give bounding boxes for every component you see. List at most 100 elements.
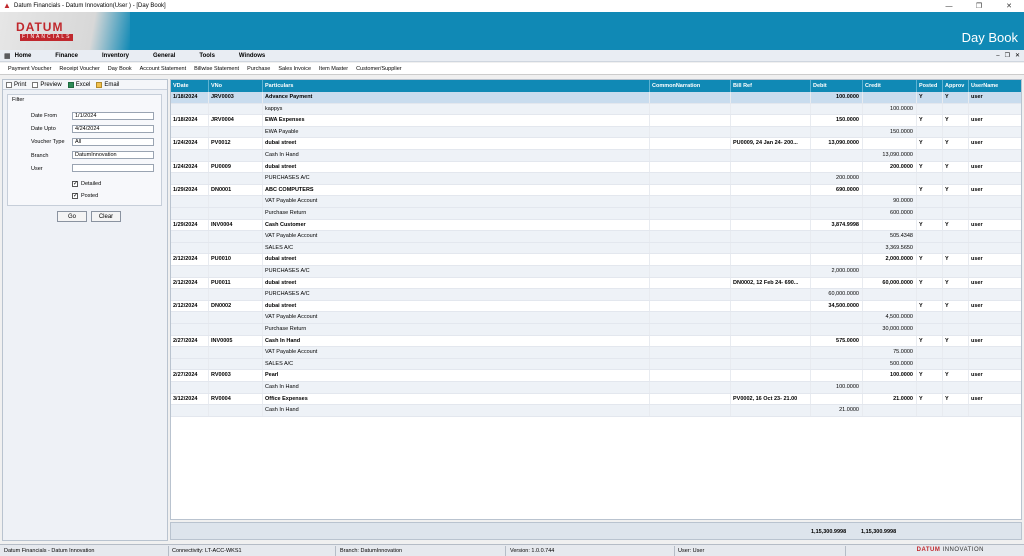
date-upto-input[interactable]: 4/24/2024: [72, 125, 154, 133]
ledger-line-row[interactable]: kappys 100.0000: [171, 103, 1021, 116]
brand-logo-sub: FINANCIALS: [20, 34, 74, 41]
ledger-line-row[interactable]: PURCHASES A/C 60,000.0000: [171, 289, 1021, 301]
brand-logo: DATUM: [16, 20, 64, 34]
cell-username: [969, 312, 1021, 323]
voucher-type-select[interactable]: All: [72, 138, 154, 146]
voucher-row[interactable]: 1/18/2024 JRV0004 EWA Expenses 150.0000 Y Yus…: [171, 115, 1021, 127]
column-header-commonnarration[interactable]: CommonNarration: [650, 80, 731, 92]
cell-posted: Y: [917, 277, 943, 289]
restore-icon[interactable]: ❐: [964, 0, 994, 12]
ledger-line-row[interactable]: PURCHASES A/C 200.0000: [171, 173, 1021, 185]
cell-credit: [863, 173, 917, 184]
cell-commonnarration: [650, 254, 731, 265]
column-header-username[interactable]: UserName: [969, 80, 1021, 92]
voucher-row[interactable]: 2/12/2024 DN0002 dubai street 34,500.0000 Y Y…: [171, 300, 1021, 313]
cell-approv: [943, 405, 969, 416]
toolbar-purchase[interactable]: Purchase: [243, 66, 274, 72]
ledger-line-row[interactable]: Cash In Hand 21.0000: [171, 405, 1021, 417]
mdi-restore-icon[interactable]: ❐: [1005, 50, 1010, 62]
cell-commonnarration: [650, 242, 731, 254]
minimize-icon[interactable]: —: [934, 0, 964, 12]
ledger-line-row[interactable]: Purchase Return 600.0000: [171, 208, 1021, 220]
column-header-approv[interactable]: Approv: [943, 80, 969, 92]
toolbar-day-book[interactable]: Day Book: [104, 66, 136, 72]
mdi-close-icon[interactable]: ✕: [1015, 50, 1020, 62]
close-icon[interactable]: ✕: [994, 0, 1024, 12]
column-header-vdate[interactable]: VDate: [171, 80, 209, 92]
voucher-row[interactable]: 2/12/2024 PU0011 dubai street DN0002, 12 Fe…: [171, 277, 1021, 290]
posted-checkbox[interactable]: ✓ Posted: [72, 193, 98, 199]
ledger-line-row[interactable]: VAT Payable Account 4,500.0000: [171, 312, 1021, 324]
cell-posted: [917, 324, 943, 335]
cell-vno: [209, 358, 263, 370]
cell-vdate: 1/18/2024: [171, 92, 209, 103]
toolbar-account-statement[interactable]: Account Statement: [136, 66, 190, 72]
menu-home[interactable]: Home: [11, 53, 44, 59]
toolbar-payment-voucher[interactable]: Payment Voucher: [0, 66, 55, 72]
ledger-line-row[interactable]: EWA Payable 150.0000: [171, 126, 1021, 139]
voucher-row[interactable]: 1/29/2024 DN0001 ABC COMPUTERS 690.0000 Y Yus…: [171, 184, 1021, 197]
toolbar-billwise-statement[interactable]: Billwise Statement: [190, 66, 243, 72]
ledger-line-row[interactable]: Cash In Hand 100.0000: [171, 382, 1021, 394]
voucher-row[interactable]: 2/27/2024 RV0003 Pearl 100.0000 Y Yuser: [171, 370, 1021, 382]
print-button[interactable]: Print: [3, 81, 29, 88]
voucher-row[interactable]: 2/12/2024 PU0010 dubai street 2,000.0000 Y Yu…: [171, 254, 1021, 266]
cell-vdate: [171, 126, 209, 138]
date-from-input[interactable]: 1/1/2024: [72, 112, 154, 120]
email-button[interactable]: Email: [93, 81, 122, 88]
column-header-credit[interactable]: Credit: [863, 80, 917, 92]
cell-vdate: [171, 231, 209, 242]
column-header-posted[interactable]: Posted: [917, 80, 943, 92]
cell-username: [969, 266, 1021, 277]
status-connectivity: Connectivity: LT-ACC-WKS1: [172, 548, 242, 554]
cell-posted: [917, 196, 943, 207]
column-header-particulars[interactable]: Particulars: [263, 80, 650, 92]
voucher-row[interactable]: 2/27/2024 INV0005 Cash In Hand 575.0000 Y Yus…: [171, 335, 1021, 348]
cell-vno: JRV0003: [209, 92, 263, 103]
cell-particulars: VAT Payable Account: [263, 312, 650, 323]
branch-select[interactable]: DatumInnovation: [72, 151, 154, 159]
column-header-vno[interactable]: VNo: [209, 80, 263, 92]
preview-button[interactable]: Preview: [29, 81, 64, 88]
cell-username: [969, 324, 1021, 335]
cell-username: [969, 405, 1021, 416]
menu-tools[interactable]: Tools: [187, 53, 227, 59]
column-header-bill-ref[interactable]: Bill Ref: [731, 80, 811, 92]
voucher-row[interactable]: 1/24/2024 PV0012 dubai street PU0009, 24 Ja…: [171, 138, 1021, 150]
cell-posted: [917, 173, 943, 184]
ledger-line-row[interactable]: SALES A/C 500.0000: [171, 358, 1021, 371]
voucher-row[interactable]: 1/24/2024 PU0009 dubai street 200.0000 Y Yuse…: [171, 161, 1021, 174]
cell-bill-ref: [731, 184, 811, 196]
menu-windows[interactable]: Windows: [227, 53, 277, 59]
voucher-row[interactable]: 1/29/2024 INV0004 Cash Customer 3,874.9998 Y…: [171, 219, 1021, 232]
go-button[interactable]: Go: [57, 211, 87, 222]
menu-inventory[interactable]: Inventory: [90, 53, 141, 59]
ledger-line-row[interactable]: VAT Payable Account 505.4348: [171, 231, 1021, 243]
column-header-debit[interactable]: Debit: [811, 80, 863, 92]
toolbar-sales-invoice[interactable]: Sales Invoice: [274, 66, 315, 72]
cell-vdate: [171, 103, 209, 115]
ledger-line-row[interactable]: VAT Payable Account 75.0000: [171, 347, 1021, 359]
detailed-checkbox[interactable]: ✓ Detailed: [72, 181, 101, 187]
toolbar-customer-supplier[interactable]: Customer/Supplier: [352, 66, 406, 72]
voucher-row[interactable]: 1/18/2024 JRV0003 Advance Payment 100.0000 Y…: [171, 92, 1021, 104]
cell-username: [969, 347, 1021, 358]
ledger-line-row[interactable]: PURCHASES A/C 2,000.0000: [171, 266, 1021, 278]
ledger-line-row[interactable]: SALES A/C 3,369.5650: [171, 242, 1021, 255]
voucher-row[interactable]: 3/12/2024 RV0004 Office Expenses PV0002, 16…: [171, 393, 1021, 406]
clear-button[interactable]: Clear: [91, 211, 121, 222]
cell-vno: RV0004: [209, 393, 263, 405]
mdi-minimize-icon[interactable]: –: [996, 50, 999, 62]
ledger-line-row[interactable]: Cash In Hand 13,090.0000: [171, 150, 1021, 162]
excel-button[interactable]: Excel: [65, 81, 94, 88]
ledger-line-row[interactable]: Purchase Return 30,000.0000: [171, 324, 1021, 336]
ledger-line-row[interactable]: VAT Payable Account 90.0000: [171, 196, 1021, 208]
menu-finance[interactable]: Finance: [43, 53, 90, 59]
user-input[interactable]: [72, 164, 154, 172]
menu-general[interactable]: General: [141, 53, 187, 59]
cell-approv: Y: [943, 138, 969, 149]
toolbar-receipt-voucher[interactable]: Receipt Voucher: [55, 66, 103, 72]
cell-vno: [209, 208, 263, 219]
toolbar-item-master[interactable]: Item Master: [315, 66, 352, 72]
cell-vno: PV0012: [209, 138, 263, 149]
